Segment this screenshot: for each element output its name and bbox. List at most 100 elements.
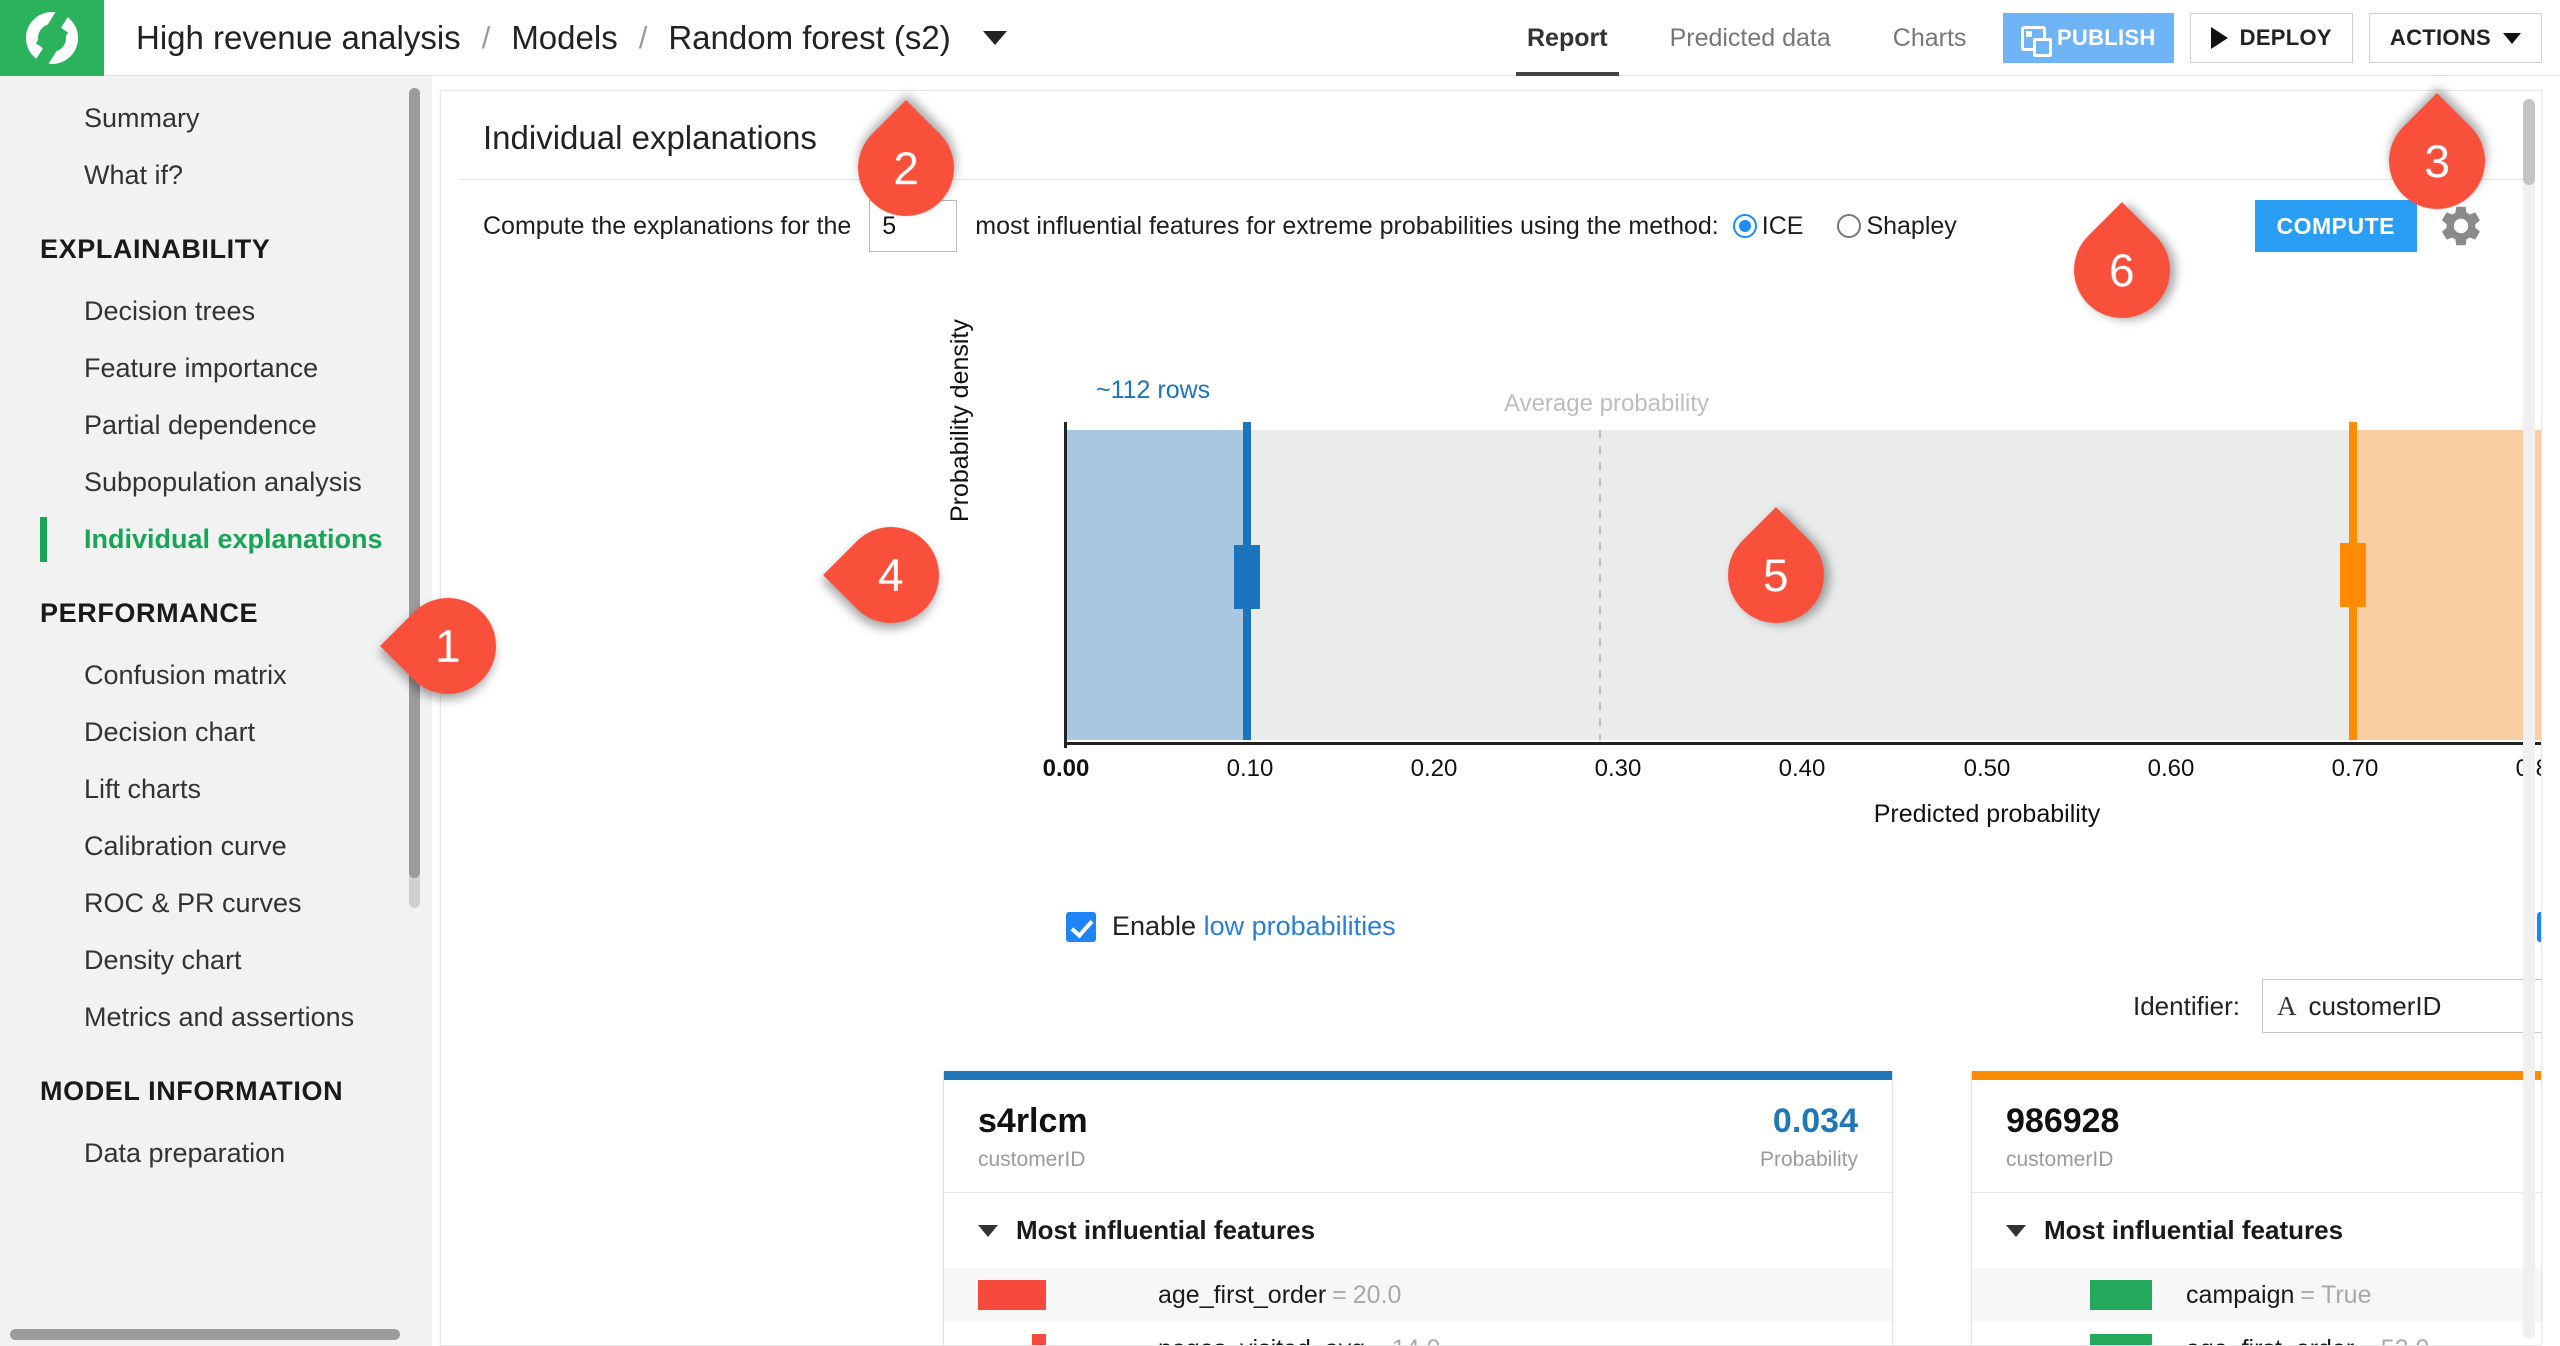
feature-bar xyxy=(2090,1280,2152,1310)
deploy-button-label: DEPLOY xyxy=(2240,25,2332,51)
breadcrumb-item-model[interactable]: Random forest (s2) xyxy=(666,19,952,57)
card-accent-bar xyxy=(1972,1071,2542,1080)
feature-value: 14.0 xyxy=(1392,1335,1441,1346)
chevron-down-icon xyxy=(2006,1225,2026,1237)
pin-shape: 3 xyxy=(2369,93,2505,229)
breadcrumb-separator: / xyxy=(620,20,667,56)
identifier-select[interactable]: A customerID xyxy=(2262,979,2542,1033)
tab-charts[interactable]: Charts xyxy=(1862,0,1998,76)
sidebar-item-what-if[interactable]: What if? xyxy=(0,147,432,204)
marker-number: 6 xyxy=(2109,243,2135,297)
x-tick-0.30: 0.30 xyxy=(1595,755,1642,783)
sidebar-item-individual-explanations[interactable]: Individual explanations xyxy=(0,511,432,568)
marker-number: 3 xyxy=(2424,134,2450,188)
annotation-marker-5: 5 xyxy=(1728,527,1824,623)
sidebar-scrollbar-track[interactable] xyxy=(409,88,420,908)
low-threshold-handle[interactable] xyxy=(1234,545,1260,609)
radio-method-ice[interactable]: ICE xyxy=(1733,212,1804,241)
pin-shape: 2 xyxy=(838,100,974,236)
feature-bar-cell xyxy=(2006,1334,2186,1346)
sidebar-item-summary[interactable]: Summary xyxy=(0,90,432,147)
sidebar-item-decision-trees[interactable]: Decision trees xyxy=(0,283,432,340)
annotation-marker-2: 2 xyxy=(858,120,954,216)
feature-bar-cell xyxy=(978,1280,1158,1310)
identifier-row: Identifier: A customerID EXPORT xyxy=(2133,979,2542,1033)
feature-equals: = xyxy=(2300,1281,2315,1310)
rows-low-label: ~112 rows xyxy=(1096,376,1210,405)
app-logo[interactable] xyxy=(0,0,104,76)
identifier-value: customerID xyxy=(2308,991,2441,1022)
sidebar-item-metrics-assertions[interactable]: Metrics and assertions xyxy=(0,989,432,1046)
enable-high-probabilities[interactable]: Enable high probabilities xyxy=(2537,911,2542,942)
panel-scrollbar-track[interactable] xyxy=(2523,99,2535,1339)
marker-number: 4 xyxy=(878,548,904,602)
breadcrumb-item-project[interactable]: High revenue analysis xyxy=(134,19,463,57)
checkbox-low-icon[interactable] xyxy=(1066,912,1096,942)
panel-scrollbar-thumb[interactable] xyxy=(2523,99,2535,185)
publish-button[interactable]: PUBLISH xyxy=(2003,13,2174,63)
sidebar-item-partial-dependence[interactable]: Partial dependence xyxy=(0,397,432,454)
pin-shape: 5 xyxy=(1708,507,1844,643)
sidebar: Summary What if? EXPLAINABILITY Decision… xyxy=(0,76,432,1346)
sidebar-item-decision-chart[interactable]: Decision chart xyxy=(0,704,432,761)
pin-shape: 6 xyxy=(2054,202,2190,338)
feature-equals: = xyxy=(1371,1335,1386,1346)
x-tick-0.50: 0.50 xyxy=(1964,755,2011,783)
y-axis xyxy=(1064,422,1067,748)
sidebar-item-feature-importance[interactable]: Feature importance xyxy=(0,340,432,397)
feature-value: True xyxy=(2321,1281,2371,1310)
sidebar-item-calibration-curve[interactable]: Calibration curve xyxy=(0,818,432,875)
annotation-marker-1: 1 xyxy=(400,598,496,694)
actions-button[interactable]: ACTIONS xyxy=(2369,13,2542,63)
breadcrumb: High revenue analysis / Models / Random … xyxy=(134,19,1007,57)
y-axis-title: Probability density xyxy=(946,319,975,522)
feature-bar-cell xyxy=(978,1334,1158,1346)
play-icon xyxy=(2211,27,2228,49)
checkbox-high-icon[interactable] xyxy=(2537,912,2542,942)
card-record-id: s4rlcm xyxy=(978,1102,1088,1141)
deploy-button[interactable]: DEPLOY xyxy=(2190,13,2353,63)
card-accent-bar xyxy=(944,1071,1892,1080)
dataiku-logo-icon xyxy=(26,12,78,64)
sidebar-scrollbar-thumb[interactable] xyxy=(409,88,420,878)
x-axis xyxy=(1064,742,2542,745)
sidebar-horizontal-scrollbar[interactable] xyxy=(10,1329,400,1340)
card-record-id-label: customerID xyxy=(978,1148,1088,1172)
radio-method-shapley[interactable]: Shapley xyxy=(1837,212,1956,241)
x-tick-0.70: 0.70 xyxy=(2332,755,2379,783)
marker-number: 1 xyxy=(435,619,461,673)
main-panel: Individual explanations Compute the expl… xyxy=(440,90,2542,1346)
sidebar-item-roc-pr-curves[interactable]: ROC & PR curves xyxy=(0,875,432,932)
feature-row: age_first_order = 20.0 xyxy=(944,1268,1892,1322)
publish-button-label: PUBLISH xyxy=(2057,25,2156,51)
card-probability-value: 0.034 xyxy=(1760,1102,1858,1141)
radio-shapley-label: Shapley xyxy=(1866,212,1956,241)
card-probability-label: Probability xyxy=(1760,1148,1858,1172)
chevron-down-icon xyxy=(978,1225,998,1237)
card-record-id-label: customerID xyxy=(2006,1148,2119,1172)
sidebar-item-subpopulation-analysis[interactable]: Subpopulation analysis xyxy=(0,454,432,511)
tab-report[interactable]: Report xyxy=(1496,0,1639,76)
chevron-down-icon[interactable] xyxy=(983,31,1007,45)
chevron-down-icon xyxy=(2503,33,2521,44)
actions-button-label: ACTIONS xyxy=(2390,25,2491,51)
top-actions: PUBLISH DEPLOY ACTIONS xyxy=(2003,13,2542,63)
card-section-toggle[interactable]: Most influential features xyxy=(1972,1193,2542,1268)
enable-low-probabilities[interactable]: Enable low probabilities xyxy=(1066,911,1396,942)
feature-name: age_first_order xyxy=(1158,1281,1326,1310)
sidebar-item-density-chart[interactable]: Density chart xyxy=(0,932,432,989)
feature-row: age_first_order = 52.0 xyxy=(1972,1322,2542,1346)
high-threshold-handle[interactable] xyxy=(2340,543,2366,607)
x-tick-0.20: 0.20 xyxy=(1411,755,1458,783)
card-record-id: 986928 xyxy=(2006,1102,2119,1141)
sidebar-item-data-preparation[interactable]: Data preparation xyxy=(0,1125,432,1182)
sidebar-item-confusion-matrix[interactable]: Confusion matrix xyxy=(0,647,432,704)
feature-bar xyxy=(978,1280,1046,1310)
compute-controls: Compute the explanations for the most in… xyxy=(441,180,2541,272)
card-header: s4rlcm customerID 0.034 Probability xyxy=(944,1080,1892,1192)
gear-icon[interactable] xyxy=(2437,202,2485,250)
card-section-toggle[interactable]: Most influential features xyxy=(944,1193,1892,1268)
tab-predicted-data[interactable]: Predicted data xyxy=(1639,0,1862,76)
sidebar-item-lift-charts[interactable]: Lift charts xyxy=(0,761,432,818)
breadcrumb-item-models[interactable]: Models xyxy=(509,19,619,57)
